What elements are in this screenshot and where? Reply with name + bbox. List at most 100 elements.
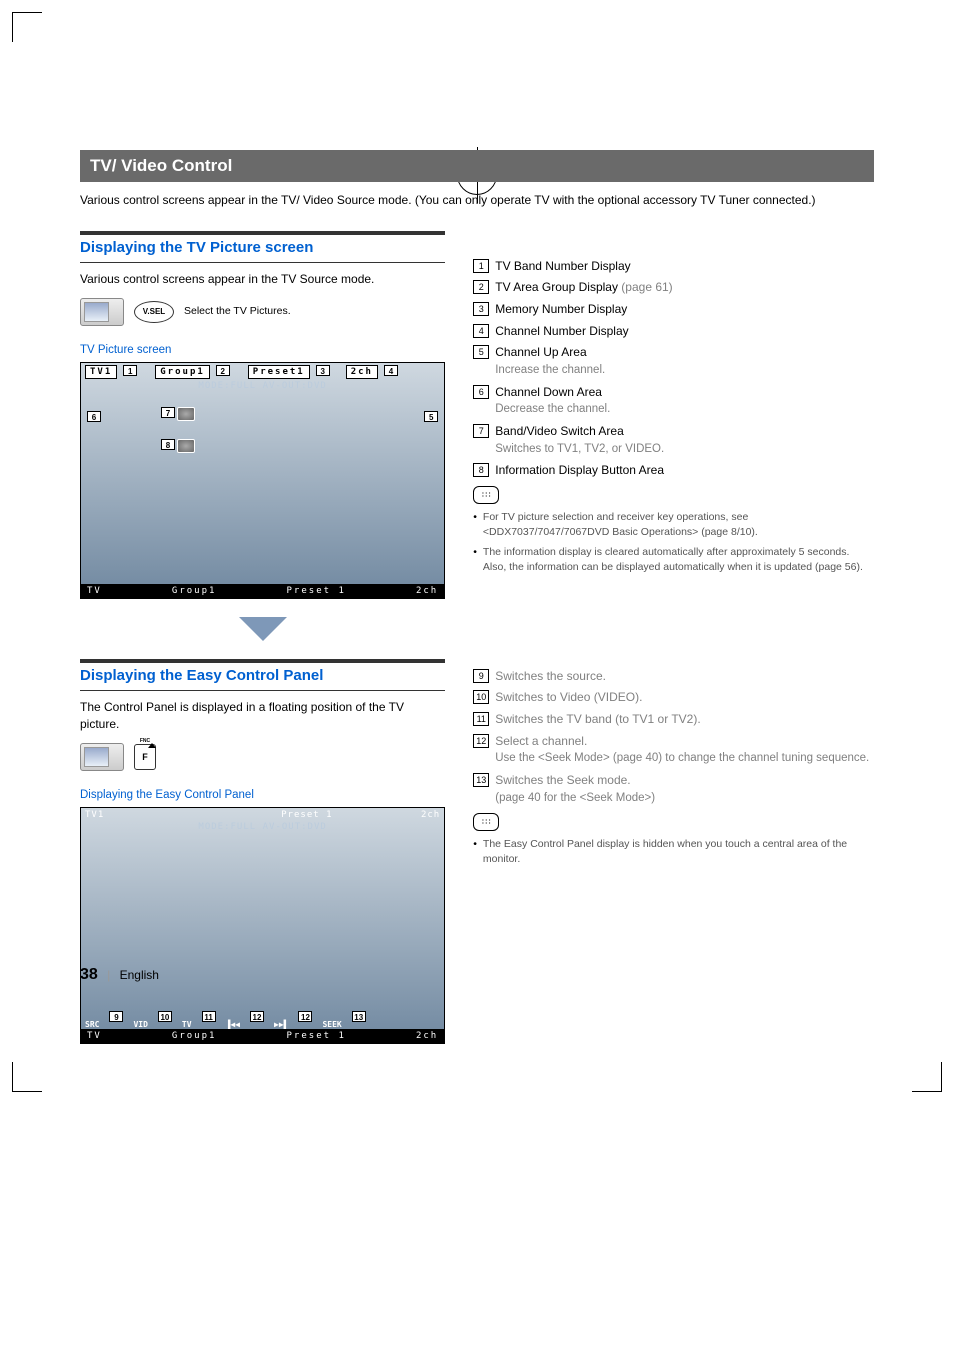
num-9: 9 (473, 669, 489, 683)
vsel-label: V.SEL (143, 307, 165, 316)
ss1-tv: TV1 (85, 365, 117, 379)
ctrl-prev: ▐◀◀ (226, 1020, 240, 1029)
vsel-button-icon: V.SEL (134, 301, 174, 323)
monitor-device-icon (80, 298, 124, 326)
item12-label: Select a channel. (495, 734, 587, 748)
block1-heading: Displaying the TV Picture screen (80, 231, 445, 263)
ss1-preset: Preset1 (248, 365, 310, 379)
note1-1: For TV picture selection and receiver ke… (483, 510, 874, 539)
section-title-bar: TV/ Video Control (80, 150, 874, 182)
list2: 9Switches the source. 10Switches to Vide… (473, 667, 874, 808)
item2-label: TV Area Group Display (495, 280, 618, 294)
ss1-bottom-ch: 2ch (416, 586, 438, 596)
item9-label: Switches the source. (495, 669, 606, 683)
callout-10: 10 (158, 1011, 172, 1022)
section-intro: Various control screens appear in the TV… (80, 192, 874, 209)
ss2-tv: TV1 (85, 810, 104, 820)
ss2-bottom-bar: TV Group1 Preset 1 2ch (81, 1029, 444, 1043)
block1-desc: Various control screens appear in the TV… (80, 271, 445, 288)
right-column: 1 TV Band Number Display 2 TV Area Group D… (473, 231, 874, 1044)
ss1-ch: 2ch (346, 365, 378, 379)
ss2-ch: 2ch (421, 810, 440, 820)
num-6: 6 (473, 385, 489, 399)
item5-sub: Increase the channel. (495, 362, 874, 380)
fnc-triangle-icon (148, 743, 156, 748)
ss1-group: Group1 (155, 365, 210, 379)
item2-suffix: (page 61) (621, 280, 672, 294)
item13-sub: (page 40 for the <Seek Mode>) (495, 790, 874, 808)
page-number: 38 (80, 966, 98, 983)
page-content: TV/ Video Control Various control screen… (0, 0, 954, 1104)
block2-subhead: Displaying the Easy Control Panel (80, 789, 445, 801)
num-13: 13 (473, 773, 489, 787)
item10-label: Switches to Video (VIDEO). (495, 690, 642, 704)
note-icon-2: ⋯⋯ (473, 813, 499, 831)
block1-title: Displaying the TV Picture screen (80, 239, 445, 256)
ss1-mode: MODE:FULL AV-OUT:DVD (81, 381, 444, 391)
callout-1: 1 (123, 365, 137, 376)
tv-picture-screenshot: TV1 1 Group1 2 Preset1 3 2ch 4 MODE:FULL… (80, 362, 445, 599)
callout-12a: 12 (250, 1011, 264, 1022)
callout-13: 13 (352, 1011, 366, 1022)
item6-sub: Decrease the channel. (495, 401, 874, 419)
note2-1: The Easy Control Panel display is hidden… (483, 837, 874, 866)
item13-label: Switches the Seek mode. (495, 773, 630, 787)
fnc-button-icon: F (134, 744, 156, 770)
ss2-bottom-preset: Preset 1 (287, 1031, 346, 1041)
item8-label: Information Display Button Area (495, 463, 664, 477)
num-4: 4 (473, 324, 489, 338)
ss1-bottom-bar: TV Group1 Preset 1 2ch (81, 584, 444, 598)
block2-desc: The Control Panel is displayed in a floa… (80, 699, 445, 733)
num-11: 11 (473, 712, 489, 726)
monitor-device-icon-2 (80, 743, 124, 771)
block1-icon-row: V.SEL Select the TV Pictures. (80, 298, 445, 326)
block2-title: Displaying the Easy Control Panel (80, 667, 445, 684)
item7-label: Band/Video Switch Area (495, 424, 624, 438)
ss2-preset: Preset 1 (281, 810, 332, 820)
ss1-bottom-group: Group1 (172, 586, 217, 596)
note-icon-1: ⋯⋯ (473, 486, 499, 504)
ss2-bottom-tv: TV (87, 1031, 102, 1041)
note1-2: The information display is cleared autom… (483, 545, 874, 574)
callout-6: 6 (87, 411, 101, 422)
block1-subhead: TV Picture screen (80, 344, 445, 356)
callout-9: 9 (109, 1011, 123, 1022)
callout-5: 5 (424, 411, 438, 422)
easy-control-screenshot: TV1 Preset 1 2ch MODE:FULL AV-OUT:DVD SR… (80, 807, 445, 1044)
num-8: 8 (473, 463, 489, 477)
ss2-bottom-group: Group1 (172, 1031, 217, 1041)
callout-3: 3 (316, 365, 330, 376)
callout-11: 11 (202, 1011, 216, 1022)
ctrl-seek: SEEK (322, 1020, 341, 1029)
fnc-label: F (142, 752, 148, 762)
block1-icon-caption: Select the TV Pictures. (184, 305, 291, 319)
notes2: The Easy Control Panel display is hidden… (473, 837, 874, 866)
left-column: Displaying the TV Picture screen Various… (80, 231, 445, 1044)
ctrl-tv: TV (182, 1020, 192, 1029)
item5-label: Channel Up Area (495, 345, 586, 359)
num-2: 2 (473, 280, 489, 294)
ctrl-next: ▶▶▌ (274, 1020, 288, 1029)
callout-4: 4 (384, 365, 398, 376)
num-3: 3 (473, 302, 489, 316)
ss2-mode: MODE:FULL AV-OUT:DVD (81, 822, 444, 832)
num-5: 5 (473, 345, 489, 359)
item12-sub: Use the <Seek Mode> (page 40) to change … (495, 750, 874, 768)
touch-area-8 (177, 439, 195, 453)
item6-label: Channel Down Area (495, 385, 602, 399)
ss2-bottom-ch: 2ch (416, 1031, 438, 1041)
notes1: For TV picture selection and receiver ke… (473, 510, 874, 575)
list1: 1 TV Band Number Display 2 TV Area Group D… (473, 257, 874, 480)
num-12: 12 (473, 734, 489, 748)
callout-2: 2 (216, 365, 230, 376)
item3-label: Memory Number Display (495, 302, 627, 316)
ss1-bottom-preset: Preset 1 (287, 586, 346, 596)
callout-7: 7 (161, 407, 175, 418)
num-7: 7 (473, 424, 489, 438)
ctrl-vid: VID (133, 1020, 147, 1029)
num-1: 1 (473, 259, 489, 273)
item1-label: TV Band Number Display (495, 259, 630, 273)
ctrl-src: SRC (85, 1020, 99, 1029)
page-lang: English (120, 968, 159, 982)
callout-12b: 12 (298, 1011, 312, 1022)
